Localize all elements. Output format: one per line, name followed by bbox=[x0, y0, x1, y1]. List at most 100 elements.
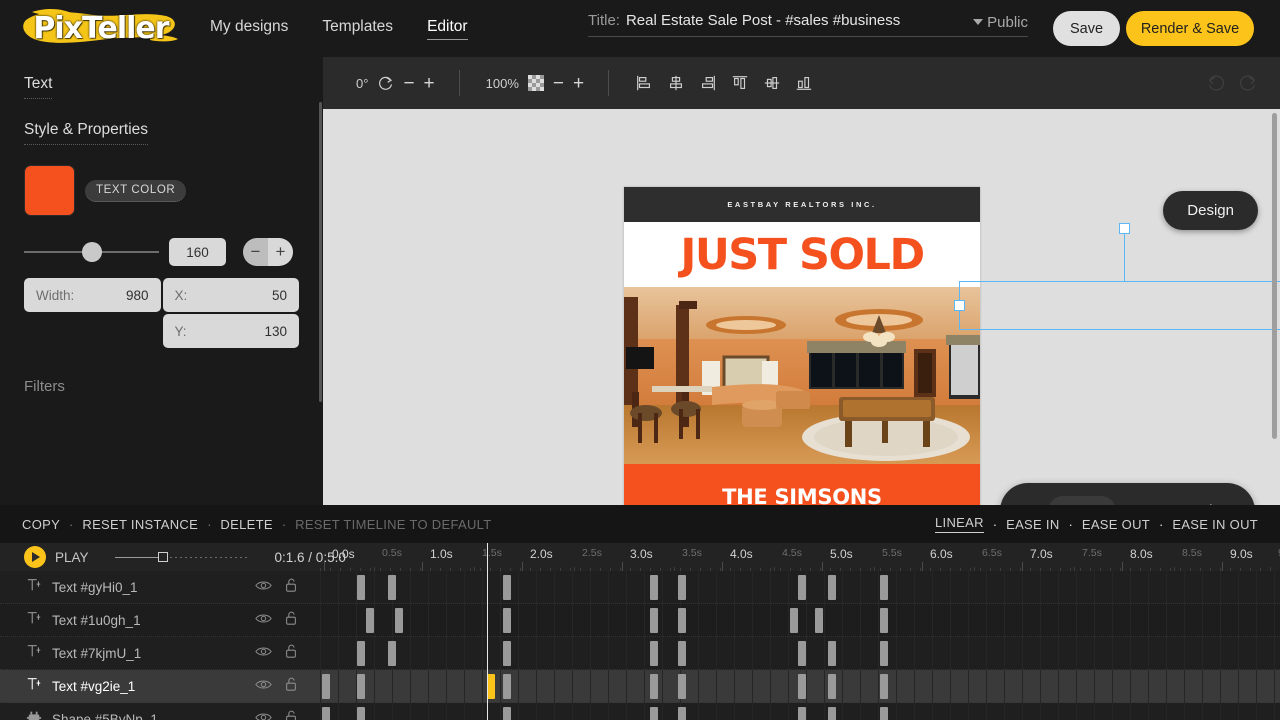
keyframe-marker[interactable] bbox=[815, 608, 823, 633]
eye-icon[interactable] bbox=[255, 678, 272, 696]
text-color-swatch[interactable] bbox=[24, 165, 75, 216]
layer-info[interactable]: Text #gyHi0_1 bbox=[0, 571, 320, 604]
keyframe-marker[interactable] bbox=[503, 674, 511, 699]
rotate-icon[interactable] bbox=[377, 75, 394, 92]
keyframe-marker[interactable] bbox=[828, 641, 836, 666]
align-center-horizontal-icon[interactable] bbox=[667, 74, 685, 92]
keyframe-marker[interactable] bbox=[678, 641, 686, 666]
play-button[interactable] bbox=[24, 546, 46, 568]
rotation-value[interactable]: 0° bbox=[356, 76, 368, 91]
keyframe-lane[interactable] bbox=[320, 703, 1280, 720]
eye-icon[interactable] bbox=[255, 711, 272, 720]
nav-item-my-designs[interactable]: My designs bbox=[210, 18, 288, 39]
delete-action[interactable]: DELETE bbox=[220, 517, 272, 532]
keyframe-marker[interactable] bbox=[880, 575, 888, 600]
keyframe-marker[interactable] bbox=[388, 641, 396, 666]
easing-ease-in[interactable]: EASE IN bbox=[1006, 517, 1059, 532]
align-middle-vertical-icon[interactable] bbox=[763, 74, 781, 92]
nav-item-editor[interactable]: Editor bbox=[427, 18, 468, 40]
keyframe-marker[interactable] bbox=[357, 575, 365, 600]
opacity-increase-button[interactable]: + bbox=[573, 74, 584, 93]
x-position-field[interactable]: X: 50 bbox=[162, 278, 299, 312]
keyframe-marker[interactable] bbox=[650, 674, 658, 699]
keyframe-marker-selected[interactable] bbox=[487, 674, 495, 699]
eye-icon[interactable] bbox=[255, 579, 272, 597]
layer-info[interactable]: Text #7kjmU_1 bbox=[0, 637, 320, 670]
keyframe-marker[interactable] bbox=[828, 707, 836, 720]
keyframe-marker[interactable] bbox=[678, 707, 686, 720]
easing-ease-in-out[interactable]: EASE IN OUT bbox=[1172, 517, 1258, 532]
timeline-layer-row[interactable]: Shape #5ByNp_1 bbox=[0, 703, 1280, 720]
timeline-scrubber[interactable] bbox=[114, 551, 247, 562]
font-size-increase-button[interactable]: + bbox=[268, 238, 293, 266]
keyframe-marker[interactable] bbox=[503, 707, 511, 720]
font-size-slider[interactable] bbox=[24, 242, 159, 262]
design-canvas[interactable]: EASTBAY REALTORS INC. JUST SOLD THE SIMS… bbox=[624, 187, 980, 545]
keyframe-marker[interactable] bbox=[650, 707, 658, 720]
keyframe-marker[interactable] bbox=[357, 641, 365, 666]
keyframe-marker[interactable] bbox=[678, 674, 686, 699]
keyframe-marker[interactable] bbox=[650, 608, 658, 633]
align-bottom-icon[interactable] bbox=[795, 74, 813, 92]
keyframe-marker[interactable] bbox=[880, 641, 888, 666]
align-left-icon[interactable] bbox=[635, 74, 653, 92]
keyframe-marker[interactable] bbox=[366, 608, 374, 633]
keyframe-marker[interactable] bbox=[790, 608, 798, 633]
opacity-decrease-button[interactable]: − bbox=[553, 74, 564, 93]
keyframe-marker[interactable] bbox=[678, 608, 686, 633]
resize-handle-left[interactable] bbox=[954, 300, 965, 311]
app-logo[interactable]: PixTeller bbox=[16, 0, 186, 57]
opacity-checker-icon[interactable] bbox=[527, 75, 544, 91]
keyframe-marker[interactable] bbox=[880, 674, 888, 699]
reset-timeline-action[interactable]: RESET TIMELINE TO DEFAULT bbox=[295, 517, 491, 532]
keyframe-marker[interactable] bbox=[503, 575, 511, 600]
keyframe-marker[interactable] bbox=[503, 641, 511, 666]
keyframe-lane[interactable] bbox=[320, 637, 1280, 670]
sidebar-scrollbar[interactable] bbox=[319, 102, 322, 402]
scrubber-handle[interactable] bbox=[157, 551, 168, 562]
font-size-input[interactable]: 160 bbox=[169, 238, 226, 266]
timeline-layer-row[interactable]: Text #vg2ie_1 bbox=[0, 670, 1280, 703]
copy-action[interactable]: COPY bbox=[22, 517, 60, 532]
timeline-layer-row[interactable]: Text #1u0gh_1 bbox=[0, 604, 1280, 637]
keyframe-marker[interactable] bbox=[828, 674, 836, 699]
keyframe-marker[interactable] bbox=[650, 575, 658, 600]
keyframe-marker[interactable] bbox=[880, 608, 888, 633]
keyframe-lane[interactable] bbox=[320, 571, 1280, 604]
keyframe-marker[interactable] bbox=[503, 608, 511, 633]
align-right-icon[interactable] bbox=[699, 74, 717, 92]
keyframe-marker[interactable] bbox=[798, 575, 806, 600]
unlock-icon[interactable] bbox=[284, 677, 298, 697]
redo-icon[interactable] bbox=[1238, 73, 1258, 98]
y-position-field[interactable]: Y: 130 bbox=[162, 314, 299, 348]
eye-icon[interactable] bbox=[255, 645, 272, 663]
keyframe-marker[interactable] bbox=[322, 674, 330, 699]
render-and-save-button[interactable]: Render & Save bbox=[1126, 11, 1254, 46]
timeline-layer-row[interactable]: Text #gyHi0_1 bbox=[0, 571, 1280, 604]
keyframe-marker[interactable] bbox=[678, 575, 686, 600]
stage-scrollbar[interactable] bbox=[1272, 113, 1277, 439]
font-size-decrease-button[interactable]: − bbox=[243, 238, 268, 266]
design-headline-block[interactable]: JUST SOLD bbox=[624, 222, 980, 287]
align-top-icon[interactable] bbox=[731, 74, 749, 92]
save-button[interactable]: Save bbox=[1053, 11, 1120, 46]
keyframe-marker[interactable] bbox=[798, 674, 806, 699]
keyframe-marker[interactable] bbox=[828, 575, 836, 600]
layer-info[interactable]: Shape #5ByNp_1 bbox=[0, 703, 320, 720]
rotation-increase-button[interactable]: + bbox=[424, 74, 435, 93]
width-field[interactable]: Width: 980 bbox=[24, 278, 161, 312]
easing-linear[interactable]: LINEAR bbox=[935, 515, 984, 533]
keyframe-lane[interactable] bbox=[320, 604, 1280, 637]
keyframe-marker[interactable] bbox=[388, 575, 396, 600]
unlock-icon[interactable] bbox=[284, 578, 298, 598]
unlock-icon[interactable] bbox=[284, 710, 298, 720]
layer-info[interactable]: Text #vg2ie_1 bbox=[0, 670, 320, 703]
keyframe-marker[interactable] bbox=[357, 674, 365, 699]
eye-icon[interactable] bbox=[255, 612, 272, 630]
opacity-value[interactable]: 100% bbox=[486, 76, 519, 91]
design-photo[interactable] bbox=[624, 287, 980, 464]
design-panel-button[interactable]: Design bbox=[1163, 191, 1258, 230]
canvas-stage[interactable]: EASTBAY REALTORS INC. JUST SOLD THE SIMS… bbox=[323, 109, 1280, 545]
unlock-icon[interactable] bbox=[284, 611, 298, 631]
keyframe-marker[interactable] bbox=[395, 608, 403, 633]
